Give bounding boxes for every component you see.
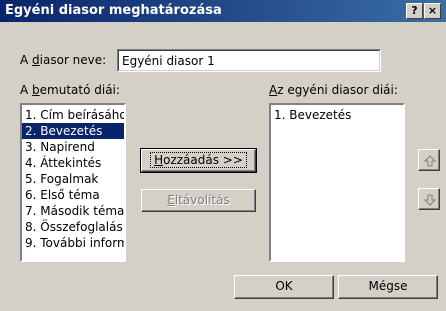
title-bar: Egyéni diasor meghatározása ? × [0, 0, 446, 22]
list-item[interactable]: 7. Második téma [22, 203, 124, 219]
list-item[interactable]: 6. Első téma [22, 187, 124, 203]
list-item[interactable]: 1. Cím beírásához [22, 107, 124, 123]
custom-show-slides-list[interactable]: 1. Bevezetés [269, 103, 405, 262]
list-item[interactable]: 1. Bevezetés [271, 107, 403, 123]
list-item[interactable]: 9. További információ [22, 235, 124, 251]
custom-show-name-input[interactable]: Egyéni diasor 1 [117, 49, 381, 72]
custom-show-name-value[interactable]: Egyéni diasor 1 [122, 54, 215, 68]
arrow-down-icon [424, 194, 436, 206]
ok-button[interactable]: OK [234, 275, 334, 299]
custom-list-label: Az egyéni diasor diái: [269, 83, 398, 97]
cancel-button[interactable]: Mégse [338, 275, 438, 299]
help-button[interactable]: ? [406, 3, 423, 19]
list-item[interactable]: 5. Fogalmak [22, 171, 124, 187]
close-button[interactable]: × [424, 3, 441, 19]
list-item[interactable]: 8. Összefoglalás [22, 219, 124, 235]
list-item[interactable]: 4. Áttekintés [22, 155, 124, 171]
presentation-slides-list[interactable]: 1. Cím beírásához 2. Bevezetés 3. Napire… [20, 103, 126, 262]
move-down-button[interactable] [418, 188, 440, 210]
slides-list-label: A bemutató diái: [20, 83, 120, 97]
remove-button[interactable]: Eltávolítás [141, 189, 256, 212]
list-item[interactable]: 3. Napirend [22, 139, 124, 155]
arrow-up-icon [424, 155, 436, 167]
name-label: A diasor neve: [20, 53, 107, 67]
list-item-selected[interactable]: 2. Bevezetés [22, 123, 124, 139]
window-title: Egyéni diasor meghatározása [5, 3, 222, 18]
add-button[interactable]: Hozzáadás >> [140, 148, 257, 173]
move-up-button[interactable] [418, 149, 440, 171]
